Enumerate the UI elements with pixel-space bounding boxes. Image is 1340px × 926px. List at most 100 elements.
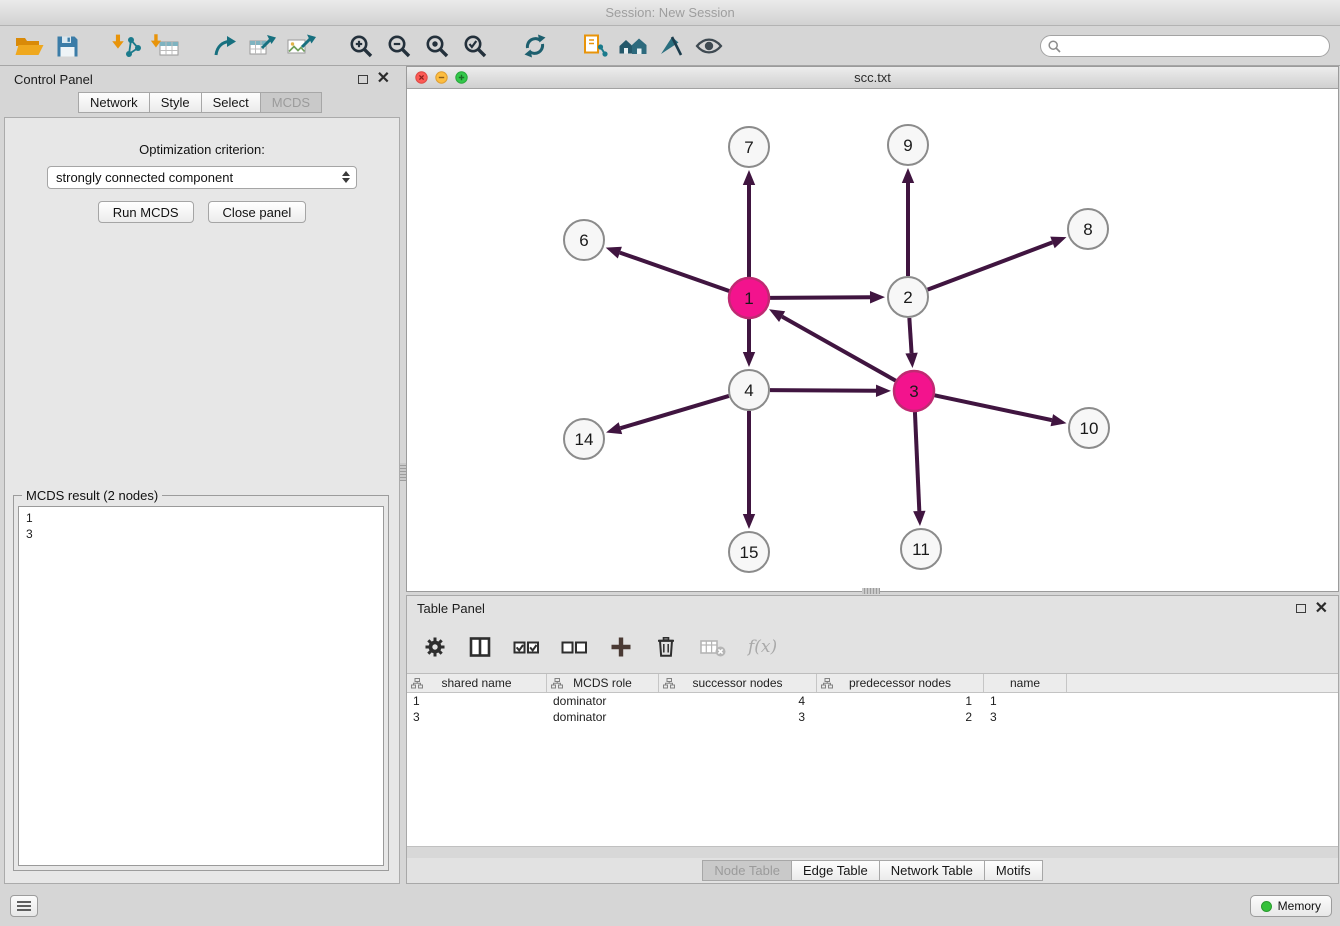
graph-edge-3-11[interactable] <box>915 412 919 511</box>
control-panel-title: Control Panel <box>14 72 93 87</box>
result-item[interactable]: 1 <box>26 510 376 526</box>
graph-node-label: 2 <box>903 288 912 307</box>
duplicate-network-icon[interactable] <box>576 29 614 63</box>
column-label: predecessor nodes <box>849 676 951 690</box>
eye-icon[interactable] <box>690 29 728 63</box>
status-bar: Memory <box>0 885 1340 926</box>
mcds-result-list: 1 3 <box>18 506 384 866</box>
graph-edge-4-14[interactable] <box>620 396 728 428</box>
memory-status-icon <box>1261 901 1272 912</box>
graph-edge-3-1[interactable] <box>782 317 896 381</box>
graph-node-label: 6 <box>579 231 588 250</box>
cell-predecessor-nodes[interactable]: 1 <box>817 693 984 709</box>
vertical-splitter-handle[interactable] <box>400 463 406 481</box>
cell-successor-nodes[interactable]: 3 <box>659 709 817 725</box>
tab-network[interactable]: Network <box>78 92 149 113</box>
export-network-icon[interactable] <box>206 29 244 63</box>
column-header-predecessor-nodes[interactable]: predecessor nodes <box>817 674 984 692</box>
tab-node-table[interactable]: Node Table <box>702 860 791 881</box>
column-header-shared-name[interactable]: shared name <box>407 674 547 692</box>
column-header-successor-nodes[interactable]: successor nodes <box>659 674 817 692</box>
cell-name[interactable]: 1 <box>984 693 1067 709</box>
delete-column-icon[interactable] <box>654 635 678 659</box>
tab-network-table[interactable]: Network Table <box>879 860 984 881</box>
settings-icon[interactable] <box>423 635 447 659</box>
cell-successor-nodes[interactable]: 4 <box>659 693 817 709</box>
import-table-icon[interactable] <box>146 29 184 63</box>
optimization-criterion-label: Optimization criterion: <box>5 142 399 157</box>
graph-node-label: 15 <box>740 543 759 562</box>
mcds-panel: Optimization criterion: strongly connect… <box>4 117 400 884</box>
search-input[interactable] <box>1066 37 1322 55</box>
cell-predecessor-nodes[interactable]: 2 <box>817 709 984 725</box>
task-history-button[interactable] <box>10 895 38 917</box>
tab-select[interactable]: Select <box>201 92 260 113</box>
column-header-name[interactable]: name <box>984 674 1067 692</box>
graph-edge-arrowhead <box>913 511 925 526</box>
graph-edge-2-3[interactable] <box>909 318 911 353</box>
zoom-out-icon[interactable] <box>380 29 418 63</box>
main-toolbar <box>0 27 1340 66</box>
cell-mcds-role[interactable]: dominator <box>547 693 659 709</box>
graph-edge-1-2[interactable] <box>770 297 870 298</box>
export-table-icon[interactable] <box>244 29 282 63</box>
deselect-all-icon[interactable] <box>561 635 588 659</box>
toggle-columns-icon[interactable] <box>468 635 492 659</box>
table-tabs: Node Table Edge Table Network Table Moti… <box>407 858 1338 883</box>
graph-edge-1-6[interactable] <box>620 253 729 291</box>
column-header-mcds-role[interactable]: MCDS role <box>547 674 659 692</box>
graph-edge-arrowhead <box>743 514 755 529</box>
close-panel-button[interactable]: Close panel <box>208 201 307 223</box>
open-session-icon[interactable] <box>10 29 48 63</box>
select-all-icon[interactable] <box>513 635 540 659</box>
column-label: name <box>1010 676 1040 690</box>
zoom-selected-icon[interactable] <box>456 29 494 63</box>
zoom-window-icon[interactable] <box>455 71 468 84</box>
close-panel-icon[interactable]: ✕ <box>377 73 390 85</box>
minimize-window-icon[interactable] <box>435 71 448 84</box>
graph-node-label: 3 <box>909 382 918 401</box>
tab-mcds[interactable]: MCDS <box>260 92 322 113</box>
close-window-icon[interactable] <box>415 71 428 84</box>
result-item[interactable]: 3 <box>26 526 376 542</box>
add-column-icon[interactable] <box>609 635 633 659</box>
float-panel-icon[interactable] <box>358 75 368 84</box>
tab-edge-table[interactable]: Edge Table <box>791 860 879 881</box>
export-image-icon[interactable] <box>282 29 320 63</box>
network-view-window: scc.txt 7968124314101511 <box>406 66 1339 592</box>
table-row: 1 dominator 4 1 1 <box>407 693 1338 709</box>
column-label: MCDS role <box>573 676 632 690</box>
function-builder-icon: f(x) <box>748 637 777 657</box>
refresh-icon[interactable] <box>516 29 554 63</box>
home-icon[interactable] <box>614 29 652 63</box>
graph-edge-arrowhead <box>905 353 917 368</box>
graph-edge-arrowhead <box>902 168 914 183</box>
cell-mcds-role[interactable]: dominator <box>547 709 659 725</box>
mcds-result-groupbox: MCDS result (2 nodes) 1 3 <box>13 495 389 871</box>
apply-style-icon[interactable] <box>652 29 690 63</box>
cell-shared-name[interactable]: 1 <box>407 693 547 709</box>
horizontal-scrollbar[interactable] <box>407 846 1338 858</box>
network-graph: 7968124314101511 <box>407 89 1338 591</box>
close-table-panel-icon[interactable]: ✕ <box>1315 603 1328 615</box>
graph-edge-4-3[interactable] <box>770 390 876 391</box>
tab-motifs[interactable]: Motifs <box>984 860 1043 881</box>
run-mcds-button[interactable]: Run MCDS <box>98 201 194 223</box>
float-table-panel-icon[interactable] <box>1296 604 1306 613</box>
graph-edge-2-8[interactable] <box>928 242 1053 289</box>
criterion-select[interactable]: strongly connected component <box>47 166 357 189</box>
graph-edge-arrowhead <box>743 352 755 367</box>
criterion-select-value: strongly connected component <box>56 170 233 185</box>
memory-button[interactable]: Memory <box>1250 895 1332 917</box>
horizontal-splitter-handle[interactable] <box>862 588 880 594</box>
zoom-in-icon[interactable] <box>342 29 380 63</box>
graph-edge-3-10[interactable] <box>935 395 1052 420</box>
save-session-icon[interactable] <box>48 29 86 63</box>
cell-shared-name[interactable]: 3 <box>407 709 547 725</box>
control-panel: Control Panel ✕ Network Style Select MCD… <box>2 66 402 884</box>
zoom-fit-icon[interactable] <box>418 29 456 63</box>
tab-style[interactable]: Style <box>149 92 201 113</box>
network-canvas[interactable]: 7968124314101511 <box>407 89 1338 591</box>
import-network-icon[interactable] <box>108 29 146 63</box>
cell-name[interactable]: 3 <box>984 709 1067 725</box>
